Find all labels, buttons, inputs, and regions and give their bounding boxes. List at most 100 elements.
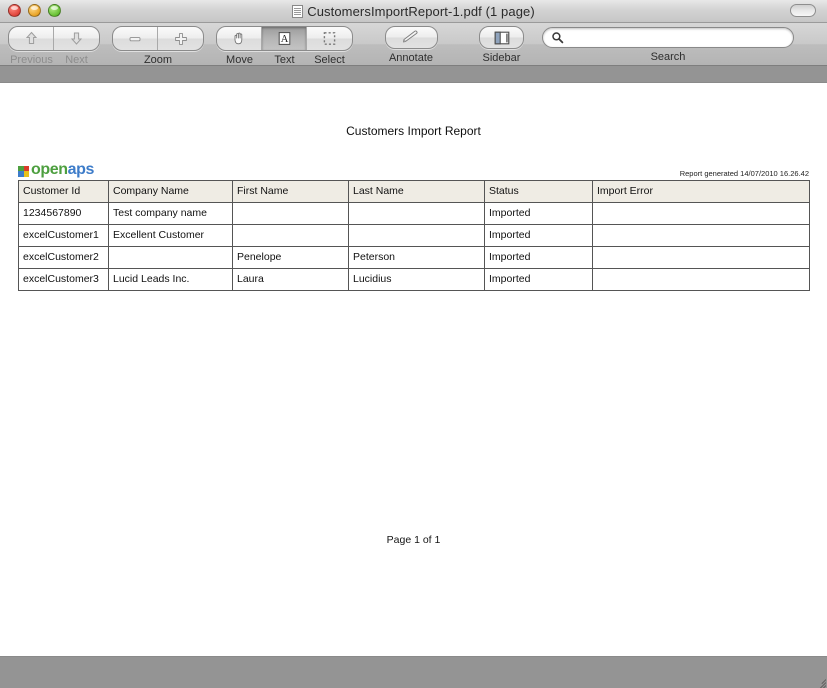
- cell-first-name: Laura: [232, 268, 349, 291]
- select-tool-button[interactable]: [307, 27, 352, 50]
- next-page-button[interactable]: [54, 27, 99, 50]
- customers-import-table: Customer Id Company Name First Name Last…: [18, 180, 810, 291]
- column-header-customer-id: Customer Id: [18, 180, 109, 203]
- cell-customer-id: excelCustomer2: [18, 246, 109, 269]
- marquee-select-icon: [321, 30, 338, 47]
- report-title: Customers Import Report: [346, 124, 481, 138]
- column-header-first-name: First Name: [232, 180, 349, 203]
- title-bar: CustomersImportReport-1.pdf (1 page): [0, 0, 827, 23]
- arrow-up-icon: [23, 30, 40, 47]
- previous-page-button[interactable]: [9, 27, 54, 50]
- cell-last-name: [348, 202, 485, 225]
- zoom-labels: Zoom: [112, 54, 204, 66]
- opentaps-logo-mark-icon: [18, 165, 29, 177]
- opentaps-logo: open aps: [18, 161, 94, 179]
- search-icon: [551, 31, 564, 44]
- table-header-row: Customer Id Company Name First Name Last…: [18, 180, 810, 203]
- arrow-down-icon: [68, 30, 85, 47]
- logo-text-aps: aps: [67, 161, 95, 178]
- table-row: excelCustomer2 Penelope Peterson Importe…: [18, 246, 810, 269]
- cell-import-error: [592, 268, 810, 291]
- cell-last-name: [348, 224, 485, 247]
- tool-mode-group: A Move Text Select: [216, 23, 353, 66]
- zoom-out-button[interactable]: [113, 27, 158, 50]
- cell-company-name: [108, 246, 233, 269]
- sidebar-label: Sidebar: [482, 52, 521, 64]
- column-header-company-name: Company Name: [108, 180, 233, 203]
- move-tool-button[interactable]: [217, 27, 262, 50]
- sidebar-button[interactable]: [479, 26, 524, 49]
- previous-page-label: Previous: [10, 54, 53, 66]
- pdf-document-icon: [292, 4, 304, 18]
- cell-customer-id: 1234567890: [18, 202, 109, 225]
- zoom-group-label: Zoom: [143, 54, 173, 66]
- cell-status: Imported: [484, 202, 593, 225]
- cell-first-name: Penelope: [232, 246, 349, 269]
- navigation-group: Previous Next: [8, 23, 100, 66]
- search-label: Search: [650, 51, 686, 63]
- window-bottom-bar: [0, 656, 827, 688]
- cell-first-name: [232, 224, 349, 247]
- search-input[interactable]: [568, 30, 785, 45]
- svg-text:A: A: [280, 34, 288, 45]
- text-tool-label: Text: [274, 54, 295, 66]
- toolbar: Previous Next Zoom A Move Text Select An…: [0, 23, 827, 66]
- toolbar-separator-band: [0, 66, 827, 83]
- annotate-labels: Annotate: [365, 52, 457, 64]
- cell-customer-id: excelCustomer1: [18, 224, 109, 247]
- report-header-row: open aps Report generated 14/07/2010 16.2…: [18, 160, 809, 179]
- annotate-group: Annotate: [365, 23, 457, 64]
- table-row: excelCustomer1 Excellent Customer Import…: [18, 224, 810, 247]
- move-tool-label: Move: [226, 54, 253, 66]
- report-generated-stamp: Report generated 14/07/2010 16.26.42: [679, 169, 809, 178]
- search-group: Search: [542, 23, 794, 63]
- navigation-segmented-control: [8, 26, 100, 51]
- page-footer: Page 1 of 1: [386, 534, 441, 546]
- annotate-button[interactable]: [384, 26, 438, 49]
- column-header-status: Status: [484, 180, 593, 203]
- cell-last-name: Peterson: [348, 246, 485, 269]
- text-tool-button[interactable]: A: [262, 27, 307, 50]
- logo-text-open: open: [31, 161, 68, 178]
- sidebar-panel-icon: [493, 30, 511, 46]
- column-header-import-error: Import Error: [592, 180, 810, 203]
- minus-icon: [127, 31, 143, 47]
- resize-grip[interactable]: [812, 674, 826, 688]
- column-header-last-name: Last Name: [348, 180, 485, 203]
- cell-import-error: [592, 202, 810, 225]
- cell-import-error: [592, 224, 810, 247]
- cell-company-name: Excellent Customer: [108, 224, 233, 247]
- search-field[interactable]: [542, 27, 794, 48]
- table-row: 1234567890 Test company name Imported: [18, 202, 810, 225]
- select-tool-label: Select: [314, 54, 345, 66]
- cell-status: Imported: [484, 268, 593, 291]
- plus-icon: [173, 31, 189, 47]
- sidebar-group: Sidebar: [479, 23, 524, 64]
- zoom-segmented-control: [112, 26, 204, 51]
- cell-company-name: Test company name: [108, 202, 233, 225]
- preview-window: CustomersImportReport-1.pdf (1 page) Pre…: [0, 0, 827, 688]
- zoom-group: Zoom: [112, 23, 204, 66]
- cell-last-name: Lucidius: [348, 268, 485, 291]
- sidebar-labels: Sidebar: [479, 52, 524, 64]
- cell-company-name: Lucid Leads Inc.: [108, 268, 233, 291]
- cell-status: Imported: [484, 224, 593, 247]
- tool-mode-labels: Move Text Select: [217, 54, 352, 66]
- window-title: CustomersImportReport-1.pdf (1 page): [0, 4, 827, 19]
- letter-a-icon: A: [276, 30, 293, 47]
- pencil-icon: [399, 29, 423, 46]
- navigation-labels: Previous Next: [9, 54, 99, 66]
- cell-first-name: [232, 202, 349, 225]
- cell-customer-id: excelCustomer3: [18, 268, 109, 291]
- cell-import-error: [592, 246, 810, 269]
- toolbar-toggle-button[interactable]: [790, 4, 816, 17]
- tool-mode-segmented-control: A: [216, 26, 353, 51]
- table-row: excelCustomer3 Lucid Leads Inc. Laura Lu…: [18, 268, 810, 291]
- annotate-label: Annotate: [388, 52, 434, 64]
- window-title-text: CustomersImportReport-1.pdf (1 page): [307, 3, 535, 19]
- pdf-page: Customers Import Report open aps Report g…: [0, 83, 827, 656]
- cell-status: Imported: [484, 246, 593, 269]
- next-page-label: Next: [65, 54, 88, 66]
- hand-icon: [231, 30, 248, 47]
- zoom-in-button[interactable]: [158, 27, 203, 50]
